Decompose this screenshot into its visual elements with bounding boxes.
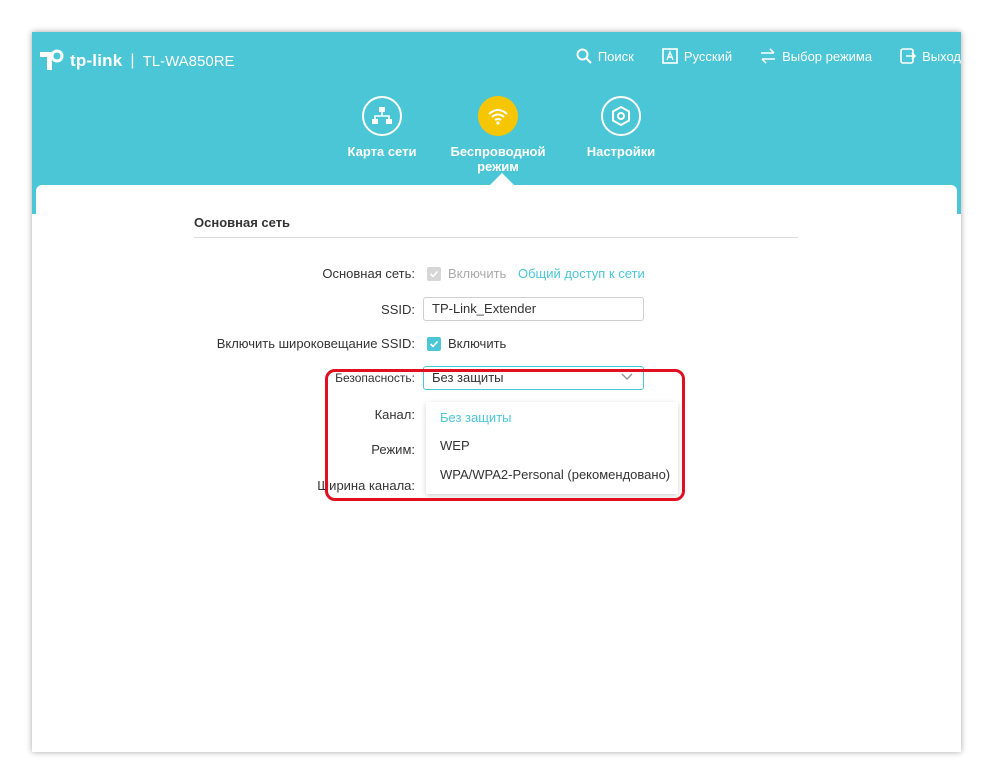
active-tab-caret (490, 173, 514, 185)
router-admin-window: tp-link | TL-WA850RE Поиск Русский Выбор… (32, 32, 961, 752)
nav-network-map[interactable]: Карта сети (340, 96, 424, 159)
nav-settings[interactable]: Настройки (584, 96, 658, 159)
device-model: TL-WA850RE (142, 52, 235, 70)
top-toolbar: Поиск Русский Выбор режима Выход (548, 48, 961, 64)
ssid-broadcast-label: Включить широковещание SSID: (216, 336, 415, 351)
main-network-checkbox[interactable] (427, 267, 441, 281)
logo-wordmark: tp-link (70, 51, 123, 70)
nav-wireless[interactable]: Беспроводной режим (428, 96, 568, 174)
tp-link-logo: tp-link | TL-WA850RE (38, 46, 235, 76)
mode-select-label: Выбор режима (782, 48, 873, 64)
network-map-icon (362, 96, 402, 136)
ssid-broadcast-enable-label: Включить (448, 336, 507, 351)
search-button[interactable]: Поиск (576, 48, 634, 64)
search-icon (576, 48, 592, 64)
logout-icon (900, 48, 917, 64)
logout-label: Выход (922, 48, 961, 64)
nav-network-map-label: Карта сети (347, 144, 417, 159)
section-divider (194, 237, 798, 238)
wifi-icon (478, 96, 518, 136)
ssid-input[interactable]: TP-Link_Extender (423, 297, 644, 321)
mode-select-button[interactable]: Выбор режима (760, 48, 872, 64)
nav-wireless-label: Беспроводной режим (450, 144, 546, 174)
search-label: Поиск (597, 48, 634, 64)
language-label: Русский (683, 48, 733, 64)
language-icon (662, 48, 678, 64)
main-network-enable-label: Включить (448, 266, 507, 281)
network-sharing-link[interactable]: Общий доступ к сети (518, 266, 645, 281)
logo-separator: | (130, 52, 135, 69)
highlight-annotation-frame (325, 369, 685, 501)
section-title: Основная сеть (194, 215, 291, 230)
settings-gear-icon (601, 96, 641, 136)
logout-button[interactable]: Выход (900, 48, 961, 64)
language-button[interactable]: Русский (662, 48, 732, 64)
checkmark-icon (429, 340, 439, 348)
swap-arrows-icon (761, 48, 776, 64)
checkmark-icon (429, 270, 439, 278)
main-network-label: Основная сеть: (322, 266, 415, 281)
tp-link-logo-icon (38, 48, 64, 74)
nav-settings-label: Настройки (586, 144, 656, 159)
content-panel: Основная сеть Основная сеть: Включить Об… (36, 173, 957, 752)
ssid-label: SSID: (381, 302, 415, 317)
ssid-broadcast-checkbox[interactable] (427, 337, 441, 351)
